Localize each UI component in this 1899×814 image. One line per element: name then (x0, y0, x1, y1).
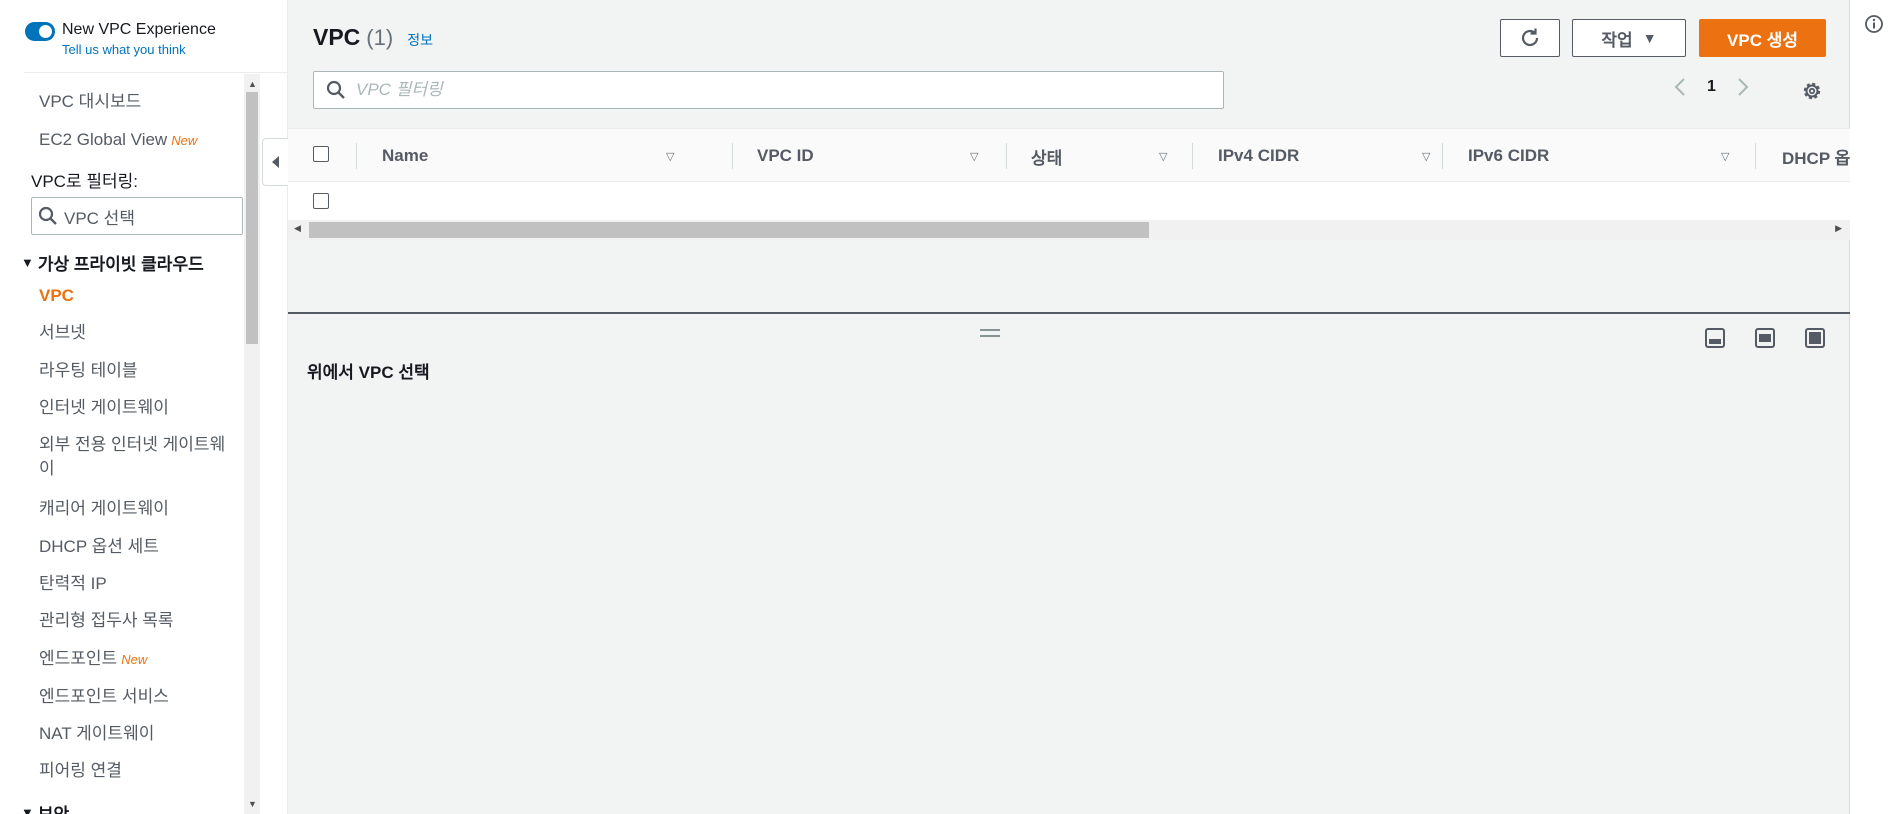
sidebar-item-vpc[interactable]: VPC (39, 284, 74, 308)
column-separator (732, 143, 733, 169)
sidebar-item-nat-gateways[interactable]: NAT 게이트웨이 (39, 722, 154, 746)
sort-icon: ▽ (970, 150, 979, 163)
vpc-filter-input[interactable] (356, 80, 1206, 100)
vpc-filter-field[interactable] (313, 71, 1224, 109)
toggle-label: New VPC Experience (62, 21, 216, 38)
vpc-select-placeholder: VPC 선택 (64, 208, 135, 228)
split-panel-layout-controls (1705, 328, 1825, 348)
refresh-button[interactable] (1500, 19, 1560, 57)
section-vpc-header[interactable]: ▼ 가상 프라이빗 클라우드 (21, 250, 204, 275)
vpc-select-input[interactable]: VPC 선택 (31, 197, 243, 235)
column-header-ipv4-cidr[interactable]: IPv4 CIDR ▽ (1218, 129, 1478, 183)
column-header-dhcp-options[interactable]: DHCP 옵 (1782, 129, 1850, 183)
info-link[interactable]: 정보 (407, 30, 433, 50)
sort-icon: ▽ (666, 150, 675, 163)
chevron-right-icon[interactable] (1736, 77, 1750, 97)
new-badge: New (121, 652, 148, 667)
panel-side-icon[interactable] (1755, 328, 1775, 348)
collapse-sidebar-button[interactable] (262, 138, 288, 186)
sort-icon: ▽ (1422, 150, 1431, 163)
scroll-left-arrow-icon[interactable]: ◀ (294, 223, 301, 234)
page-header: VPC (1) 정보 (313, 24, 433, 51)
sidebar-item-dhcp-option-sets[interactable]: DHCP 옵션 세트 (39, 535, 159, 559)
actions-label: 작업 (1601, 30, 1633, 50)
scroll-down-arrow-icon[interactable]: ▼ (248, 799, 257, 809)
column-separator (1755, 143, 1756, 169)
main-content: VPC (1) 정보 작업 ▼ VPC 생성 1 Name ▽ (288, 0, 1850, 814)
search-icon (326, 80, 345, 99)
section-title: 보안 (38, 800, 69, 814)
sidebar-item-route-tables[interactable]: 라우팅 테이블 (39, 359, 138, 383)
resource-count: (1) (366, 25, 394, 50)
table-header: Name ▽ VPC ID ▽ 상태 ▽ IPv4 CIDR ▽ IPv6 CI… (288, 128, 1850, 182)
current-page-number[interactable]: 1 (1707, 78, 1716, 96)
feedback-link[interactable]: Tell us what you think (62, 42, 216, 57)
column-separator (1192, 143, 1193, 169)
sort-icon: ▽ (1159, 150, 1168, 163)
column-header-vpc-id[interactable]: VPC ID ▽ (757, 129, 1057, 183)
panel-full-icon[interactable] (1805, 328, 1825, 348)
new-badge: New (171, 133, 198, 148)
divider (24, 72, 287, 73)
gear-icon (1803, 82, 1821, 100)
chevron-left-icon[interactable] (1673, 77, 1687, 97)
scroll-up-arrow-icon[interactable]: ▲ (248, 79, 257, 89)
table-horizontal-scrollbar[interactable]: ◀ ▶ (288, 220, 1850, 240)
scrollbar-thumb[interactable] (309, 222, 1149, 238)
details-empty-message: 위에서 VPC 선택 (307, 363, 430, 382)
row-checkbox[interactable] (313, 193, 329, 209)
column-header-state[interactable]: 상태 ▽ (1031, 129, 1231, 183)
column-separator (1006, 143, 1007, 169)
column-separator (1442, 143, 1443, 169)
resize-handle-icon[interactable] (980, 329, 1000, 337)
panel-bottom-icon[interactable] (1705, 328, 1725, 348)
create-vpc-button[interactable]: VPC 생성 (1699, 19, 1826, 57)
sidebar-item-label: EC2 Global View (39, 130, 168, 149)
table-row[interactable] (288, 182, 1850, 220)
sidebar-scrollbar[interactable]: ▲ ▼ (244, 74, 260, 814)
sidebar-item-internet-gateways[interactable]: 인터넷 게이트웨이 (39, 396, 169, 420)
section-title: 가상 프라이빗 클라우드 (37, 255, 204, 274)
column-separator (356, 143, 357, 169)
caret-left-icon (271, 156, 279, 168)
caret-down-icon: ▼ (21, 805, 34, 814)
info-icon (1865, 15, 1883, 33)
new-vpc-experience-toggle[interactable] (25, 22, 55, 41)
search-icon (38, 206, 57, 225)
scroll-right-arrow-icon[interactable]: ▶ (1835, 223, 1842, 234)
navigation-sidebar: New VPC Experience Tell us what you thin… (0, 0, 288, 814)
scrollbar-thumb[interactable] (246, 92, 258, 344)
sidebar-item-elastic-ips[interactable]: 탄력적 IP (39, 572, 107, 596)
vpc-filter-label: VPC로 필터링: (31, 172, 138, 191)
sidebar-item-peering-connections[interactable]: 피어링 연결 (39, 759, 122, 783)
column-header-name[interactable]: Name ▽ (382, 129, 674, 183)
section-security-header[interactable]: ▼ 보안 (21, 800, 69, 814)
new-experience-toggle-row: New VPC Experience Tell us what you thin… (25, 20, 216, 57)
table-preferences-button[interactable] (1801, 80, 1823, 107)
sidebar-item-subnets[interactable]: 서브넷 (39, 321, 86, 345)
sidebar-item-endpoint-services[interactable]: 엔드포인트 서비스 (39, 685, 169, 709)
sidebar-item-managed-prefix-lists[interactable]: 관리형 접두사 목록 (39, 609, 174, 633)
column-header-ipv6-cidr[interactable]: IPv6 CIDR ▽ (1468, 129, 1768, 183)
page-title: VPC (313, 24, 361, 50)
sidebar-item-carrier-gateways[interactable]: 캐리어 게이트웨이 (39, 497, 169, 521)
sidebar-item-egress-only-igw[interactable]: 외부 전용 인터넷 게이트웨이 (39, 433, 239, 481)
split-panel-divider (288, 312, 1850, 314)
sidebar-item-dashboard[interactable]: VPC 대시보드 (39, 90, 141, 114)
sidebar-item-label: 엔드포인트 (39, 649, 118, 668)
sidebar-item-ec2-global-view[interactable]: EC2 Global View New (39, 128, 197, 153)
refresh-icon (1521, 28, 1539, 47)
caret-down-icon: ▼ (1642, 30, 1657, 46)
sidebar-item-endpoints[interactable]: 엔드포인트 New (39, 647, 147, 672)
info-panel-button[interactable] (1864, 14, 1884, 39)
caret-down-icon: ▼ (21, 255, 34, 270)
pagination: 1 (1673, 77, 1750, 97)
actions-dropdown-button[interactable]: 작업 ▼ (1572, 19, 1686, 57)
sort-icon: ▽ (1721, 150, 1730, 163)
select-all-checkbox[interactable] (313, 146, 329, 162)
